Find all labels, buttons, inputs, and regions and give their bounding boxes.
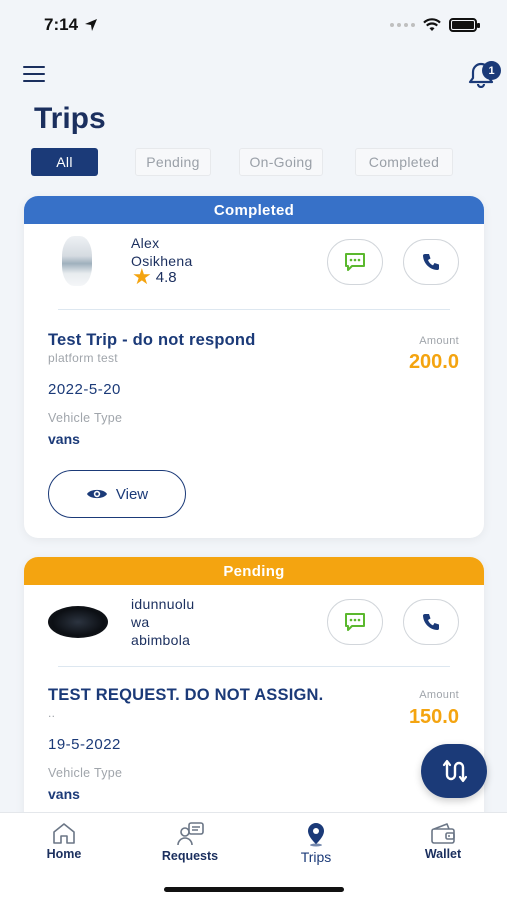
divider [58,309,450,310]
divider [58,666,450,667]
trip-card: Completed Alex Osikhena ★ 4.8 Test Trip … [24,196,484,538]
chat-bubble-icon [345,253,365,271]
driver-rating: ★ 4.8 [132,264,177,289]
requests-icon [177,822,204,846]
driver-avatar [62,236,92,286]
amount-label: Amount [419,689,459,701]
nav-wallet-label: Wallet [424,847,462,861]
phone-icon [423,254,439,270]
nav-trips-label: Trips [300,849,332,865]
driver-name-line-3: abimbola [131,632,191,648]
chat-button[interactable] [327,599,383,645]
amount-label: Amount [419,335,459,347]
eye-icon [86,489,107,499]
nav-trips[interactable]: Trips [271,821,361,865]
trip-amount: 200.0 [408,351,459,373]
trip-status-banner: Completed [24,196,484,224]
location-arrow-icon [85,19,98,31]
trip-date: 2022-5-20 [48,381,121,398]
battery-icon [449,18,480,32]
page-title: Trips [34,102,106,135]
trip-subtitle: platform test [48,351,118,365]
call-button[interactable] [403,239,459,285]
home-icon [53,823,75,844]
route-icon [442,759,467,783]
wifi-icon [423,18,441,31]
filter-tabs: All Pending On-Going Completed [31,148,453,176]
star-icon: ★ [132,264,152,289]
route-fab-button[interactable] [421,744,487,798]
phone-icon [423,614,439,630]
view-button-label: View [115,485,149,503]
cellular-signal-icon [390,23,415,27]
tab-on-going[interactable]: On-Going [239,148,323,176]
nav-requests[interactable]: Requests [145,821,235,863]
clock-text: 7:14 [44,15,79,34]
trip-card: Pending idunnuolu wa abimbola TEST REQUE… [24,557,484,827]
wallet-icon [431,823,455,844]
vehicle-type-label: Vehicle Type [48,411,123,425]
chat-bubble-icon [345,613,365,631]
trip-title: TEST REQUEST. DO NOT ASSIGN. [48,686,324,704]
vehicle-type-value: vans [48,786,80,802]
driver-row: Alex Osikhena ★ 4.8 [24,224,484,304]
notification-badge: 1 [482,61,501,80]
rating-value: 4.8 [155,268,177,286]
location-pin-icon [308,823,324,847]
status-time: 7:14 [44,15,98,35]
driver-name-line-1: idunnuolu [131,596,195,612]
driver-name-line-2: wa [131,614,150,630]
trip-date: 19-5-2022 [48,736,121,753]
status-bar: 7:14 [0,0,507,50]
tab-all[interactable]: All [31,148,98,176]
trip-amount: 150.0 [408,706,459,728]
nav-requests-label: Requests [161,849,219,863]
vehicle-type-value: vans [48,431,80,447]
tab-pending[interactable]: Pending [135,148,211,176]
hamburger-menu-icon[interactable] [23,66,45,82]
chat-button[interactable] [327,239,383,285]
driver-first-name: Alex [131,235,160,251]
trip-status-banner: Pending [24,557,484,585]
call-button[interactable] [403,599,459,645]
trip-title: Test Trip - do not respond [48,331,256,349]
nav-home-label: Home [46,847,82,861]
vehicle-type-label: Vehicle Type [48,766,123,780]
tab-completed[interactable]: Completed [355,148,453,176]
status-icons [390,18,480,32]
nav-home[interactable]: Home [19,821,109,861]
home-indicator[interactable] [164,887,344,892]
driver-row: idunnuolu wa abimbola [24,585,484,665]
driver-avatar [48,606,108,638]
nav-wallet[interactable]: Wallet [398,821,488,861]
trip-subtitle: .. [48,706,56,720]
view-trip-button[interactable]: View [48,470,186,518]
